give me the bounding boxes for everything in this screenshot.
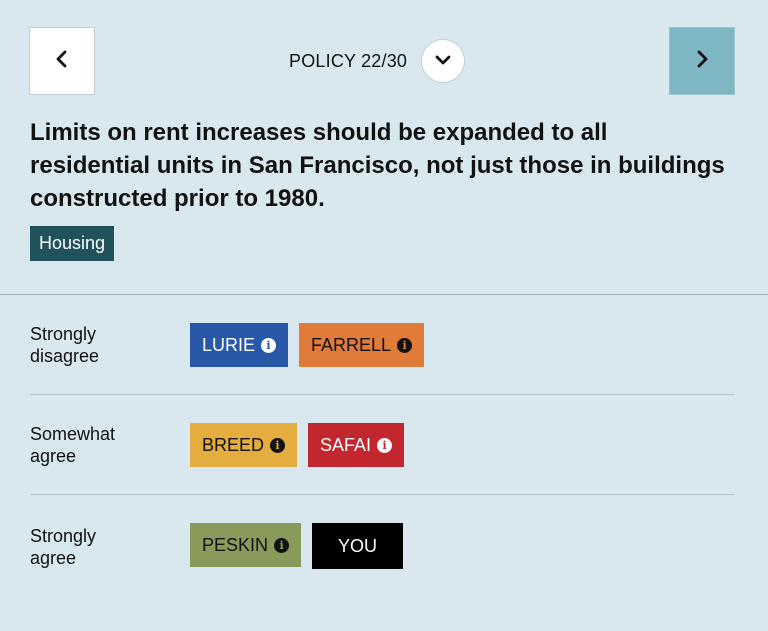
candidate-chips: PESKIN i YOU [190,523,404,569]
info-icon[interactable]: i [270,437,286,453]
candidate-chip-lurie[interactable]: LURIE i [190,323,289,367]
chevron-left-icon [55,50,69,73]
candidate-chip-peskin[interactable]: PESKIN i [190,523,302,567]
policy-counter-label: POLICY 22/30 [289,50,408,71]
stance-label: Strongly disagree [30,323,170,367]
policy-counter: POLICY 22/30 [289,38,466,84]
candidate-name: LURIE [202,334,256,355]
stance-label-line: Somewhat [30,424,116,444]
your-stance-chip[interactable]: YOU [312,523,404,569]
candidate-chip-safai[interactable]: SAFAI i [308,423,405,467]
policy-statement: Limits on rent increases should be expan… [30,119,725,212]
candidate-name: BREED [202,434,265,455]
stance-row-somewhat-agree: Somewhat agree BREED i SAFAI i [30,423,734,467]
candidate-name: YOU [338,535,378,556]
stance-label-line: disagree [30,346,100,366]
stance-label-line: agree [30,548,77,568]
info-icon[interactable]: i [261,337,277,353]
chevron-right-icon [695,50,709,73]
topic-tag: Housing [30,226,115,261]
info-icon[interactable]: i [397,337,413,353]
info-icon[interactable]: i [377,437,393,453]
stance-label-line: Strongly [30,526,97,546]
stance-label-line: Strongly [30,324,97,344]
stance-row-strongly-disagree: Strongly disagree LURIE i FARRELL i [30,323,734,367]
row-divider [30,394,734,395]
candidate-name: SAFAI [320,434,372,455]
stance-label: Strongly agree [30,525,170,569]
candidate-chip-farrell[interactable]: FARRELL i [299,323,425,367]
candidate-name: FARRELL [311,334,392,355]
candidate-chips: BREED i SAFAI i [190,423,405,467]
candidate-chips: LURIE i FARRELL i [190,323,425,367]
stance-label-line: agree [30,446,77,466]
candidate-name: PESKIN [202,534,269,555]
policy-dropdown-button[interactable] [421,39,466,83]
candidate-chip-breed[interactable]: BREED i [190,423,298,467]
stance-label: Somewhat agree [30,423,170,467]
next-policy-button[interactable] [669,27,735,95]
section-divider [0,294,768,295]
chevron-down-icon [435,52,451,70]
row-divider [30,494,734,495]
stance-row-strongly-agree: Strongly agree PESKIN i YOU [30,523,734,569]
previous-policy-button[interactable] [29,27,95,95]
info-icon[interactable]: i [274,537,290,553]
